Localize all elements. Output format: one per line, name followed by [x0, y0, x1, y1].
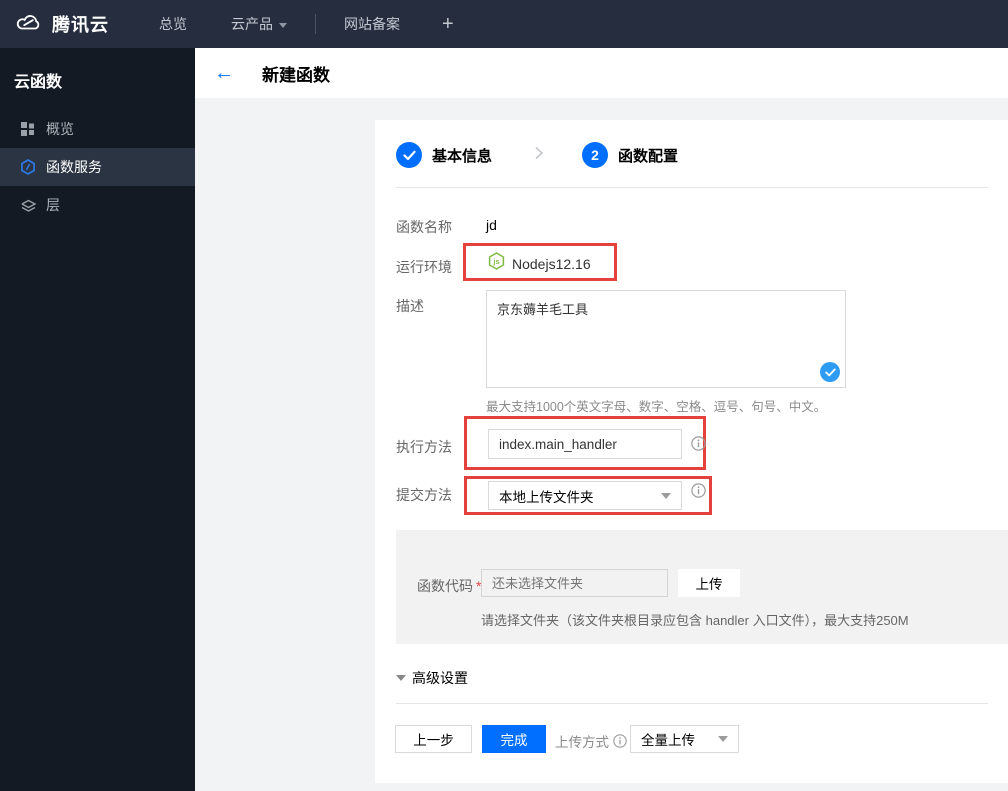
previous-step-button[interactable]: 上一步 [395, 725, 472, 753]
stepper: 基本信息 2 函数配置 [396, 142, 678, 168]
stepper-divider [396, 187, 988, 188]
submit-method-value: 本地上传文件夹 [499, 489, 594, 505]
description-helper-text: 最大支持1000个英文字母、数字、空格、逗号、句号、中文。 [486, 400, 827, 414]
step1-label: 基本信息 [432, 147, 493, 165]
sidebar-item-functions[interactable]: 函数服务 [0, 148, 195, 186]
handler-input[interactable] [488, 429, 682, 459]
sidebar-item-label: 概览 [46, 121, 74, 137]
function-name-value: jd [486, 217, 497, 233]
create-function-panel: 基本信息 2 函数配置 函数名称 jd 运行环境 js Nodejs12.16 … [375, 120, 1008, 783]
handler-label: 执行方法 [396, 439, 452, 455]
description-label: 描述 [396, 298, 424, 314]
scf-hexagon-icon [20, 159, 36, 175]
sidebar: 云函数 概览 函数服务 层 [0, 48, 195, 791]
folder-path-input[interactable] [481, 569, 668, 597]
function-name-label: 函数名称 [396, 219, 452, 235]
function-code-label-text: 函数代码 [417, 578, 473, 594]
nav-item-beian[interactable]: 网站备案 [322, 0, 422, 48]
chevron-down-icon [279, 22, 287, 28]
triangle-down-icon [396, 675, 406, 681]
runtime-value: Nodejs12.16 [512, 255, 591, 272]
back-arrow-icon[interactable]: ← [214, 63, 234, 83]
step2-number-badge: 2 [582, 142, 609, 168]
finish-button[interactable]: 完成 [482, 725, 546, 753]
upload-mode-select[interactable]: 全量上传 [630, 725, 739, 753]
upload-button[interactable]: 上传 [678, 569, 740, 597]
step1-done-check-icon [396, 142, 422, 168]
valid-check-icon [820, 362, 840, 382]
top-navbar: 腾讯云 总览 云产品 网站备案 + [0, 0, 1008, 48]
upload-mode-label-row: 上传方式 [555, 731, 627, 751]
upload-mode-value: 全量上传 [641, 733, 695, 748]
caret-down-icon [718, 736, 728, 742]
chevron-right-icon [534, 146, 544, 165]
footer-divider [396, 703, 988, 704]
app-root: 腾讯云 总览 云产品 网站备案 + 云函数 概览 函数服务 层 ← 新建函数 基… [0, 0, 1008, 791]
upload-mode-info-icon[interactable] [613, 733, 627, 749]
advanced-settings-toggle[interactable]: 高级设置 [396, 668, 468, 688]
nav-item-overview[interactable]: 总览 [137, 0, 209, 48]
nav-item-products[interactable]: 云产品 [209, 0, 309, 48]
sidebar-item-layers[interactable]: 层 [0, 186, 195, 224]
advanced-settings-label: 高级设置 [412, 670, 468, 686]
nav-divider [315, 14, 316, 34]
tencent-cloud-logo[interactable]: 腾讯云 [0, 11, 137, 37]
nodejs-icon: js [488, 252, 505, 275]
submit-method-info-icon[interactable] [691, 483, 706, 498]
function-code-section: 函数代码* 上传 请选择文件夹（该文件夹根目录应包含 handler 入口文件）… [396, 530, 1008, 644]
cloud-logo-icon [16, 12, 42, 37]
submit-method-select[interactable]: 本地上传文件夹 [488, 481, 682, 510]
function-code-helper-text: 请选择文件夹（该文件夹根目录应包含 handler 入口文件），最大支持250M [481, 613, 909, 628]
sidebar-title: 云函数 [14, 74, 63, 91]
runtime-label: 运行环境 [396, 259, 452, 275]
svg-text:js: js [492, 257, 499, 266]
caret-down-icon [661, 492, 671, 499]
upload-mode-label: 上传方式 [555, 735, 609, 750]
layers-icon [20, 197, 36, 213]
sidebar-item-label: 层 [46, 197, 60, 213]
sidebar-item-label: 函数服务 [46, 159, 102, 175]
submit-method-label: 提交方法 [396, 487, 452, 503]
grid-icon [20, 121, 36, 137]
function-code-label: 函数代码 * [417, 576, 481, 596]
nav-products-label: 云产品 [231, 16, 273, 32]
handler-info-icon[interactable] [691, 436, 706, 451]
step2-label: 函数配置 [618, 147, 679, 165]
runtime-value-row: js Nodejs12.16 [488, 252, 591, 275]
description-textarea[interactable]: 京东薅羊毛工具 [486, 290, 846, 388]
page-title: 新建函数 [262, 65, 330, 85]
nav-add-tab-button[interactable]: + [422, 13, 474, 36]
sidebar-item-overview[interactable]: 概览 [0, 110, 195, 148]
page-header: ← 新建函数 [195, 48, 1008, 98]
brand-name: 腾讯云 [52, 15, 109, 35]
